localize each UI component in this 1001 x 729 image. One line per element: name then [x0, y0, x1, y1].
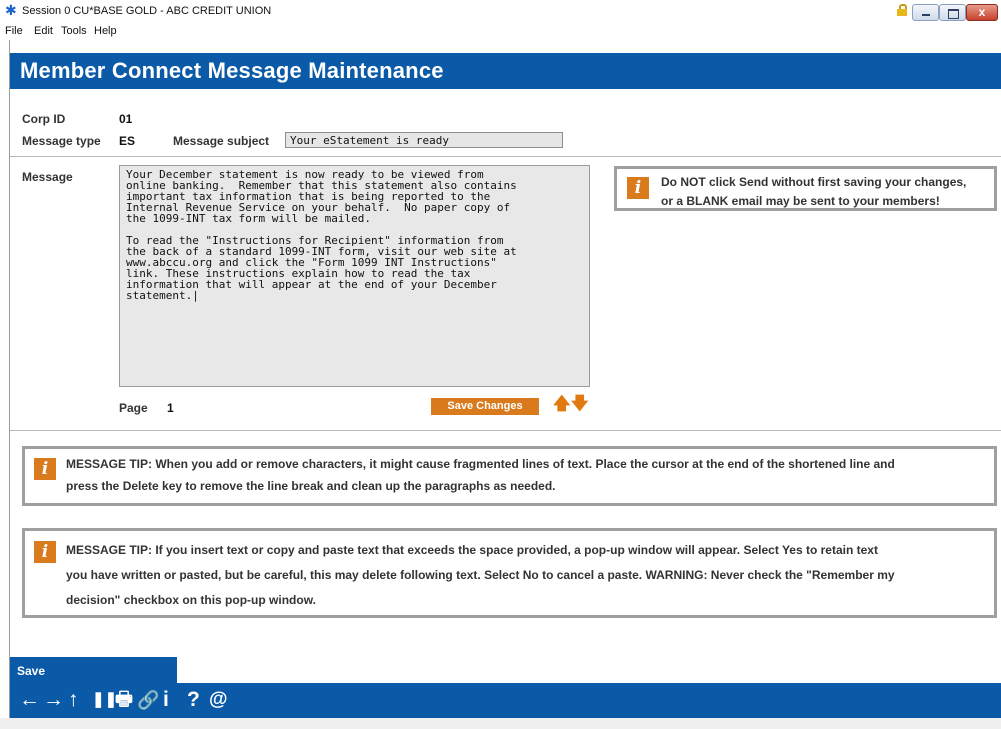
print-icon[interactable]: 🖶: [115, 688, 133, 712]
message-type-label: Message type: [22, 134, 101, 148]
message-subject-input[interactable]: Your eStatement is ready: [285, 132, 563, 148]
minimize-button[interactable]: [912, 4, 939, 21]
help-icon[interactable]: ?: [187, 688, 200, 712]
divider: [10, 430, 1001, 431]
save-button[interactable]: Save: [10, 657, 177, 683]
maximize-button[interactable]: [939, 4, 966, 21]
window-title: Session 0 CU*BASE GOLD - ABC CREDIT UNIO…: [22, 5, 272, 17]
message-type-value: ES: [119, 134, 136, 148]
page-number: 1: [167, 401, 174, 415]
close-button[interactable]: x: [966, 4, 998, 21]
send-warning-box: i Do NOT click Send without first saving…: [614, 166, 997, 211]
pause-icon[interactable]: ❚❚: [92, 688, 117, 712]
tip-2-line-2: you have written or pasted, but be caref…: [66, 568, 895, 582]
page-down-arrow-icon[interactable]: 🡇: [571, 395, 588, 412]
divider: [10, 156, 1001, 157]
menu-help[interactable]: Help: [94, 25, 117, 37]
bottom-toolbar: ← → ↑ ❚❚ 🖶 🔗 i ? @: [10, 683, 1001, 718]
warning-line-2: or a BLANK email may be sent to your mem…: [661, 194, 940, 208]
save-changes-button[interactable]: Save Changes: [431, 398, 539, 415]
message-label: Message: [22, 170, 73, 184]
info-icon: i: [34, 458, 56, 480]
status-bar: [0, 718, 1001, 729]
info-icon: i: [627, 177, 649, 199]
lock-icon: [897, 4, 907, 16]
message-subject-label: Message subject: [173, 134, 270, 148]
back-arrow-icon[interactable]: ←: [19, 688, 40, 712]
corp-id-value: 01: [119, 112, 133, 126]
menu-file[interactable]: File: [5, 25, 23, 37]
menu-bar: File Edit Tools Help: [0, 22, 1001, 40]
tip-2-line-1: MESSAGE TIP: If you insert text or copy …: [66, 543, 878, 557]
message-tip-box-2: i MESSAGE TIP: If you insert text or cop…: [22, 528, 997, 618]
link-icon[interactable]: 🔗: [137, 688, 159, 712]
message-textarea[interactable]: Your December statement is now ready to …: [119, 165, 590, 387]
app-icon: ✱: [5, 2, 17, 18]
corp-id-label: Corp ID: [22, 112, 66, 126]
tip-2-line-3: decision" checkbox on this pop-up window…: [66, 593, 316, 607]
menu-edit[interactable]: Edit: [34, 25, 53, 37]
menu-tools[interactable]: Tools: [61, 25, 87, 37]
window-title-bar: ✱ Session 0 CU*BASE GOLD - ABC CREDIT UN…: [0, 0, 1001, 22]
info-icon[interactable]: i: [163, 688, 169, 712]
up-arrow-icon[interactable]: ↑: [68, 688, 79, 712]
page-label: Page: [119, 401, 148, 415]
warning-line-1: Do NOT click Send without first saving y…: [661, 175, 967, 189]
page-title: Member Connect Message Maintenance: [20, 58, 444, 83]
at-sign-icon[interactable]: @: [209, 688, 228, 712]
message-tip-box-1: i MESSAGE TIP: When you add or remove ch…: [22, 446, 997, 506]
page-header: Member Connect Message Maintenance: [10, 53, 1001, 89]
tip-1-line-2: press the Delete key to remove the line …: [66, 479, 556, 493]
window-frame: [9, 40, 10, 720]
save-label: Save: [17, 664, 46, 678]
forward-arrow-icon[interactable]: →: [43, 688, 64, 712]
tip-1-line-1: MESSAGE TIP: When you add or remove char…: [66, 457, 895, 471]
info-icon: i: [34, 541, 56, 563]
page-up-arrow-icon[interactable]: 🡅: [553, 395, 570, 412]
